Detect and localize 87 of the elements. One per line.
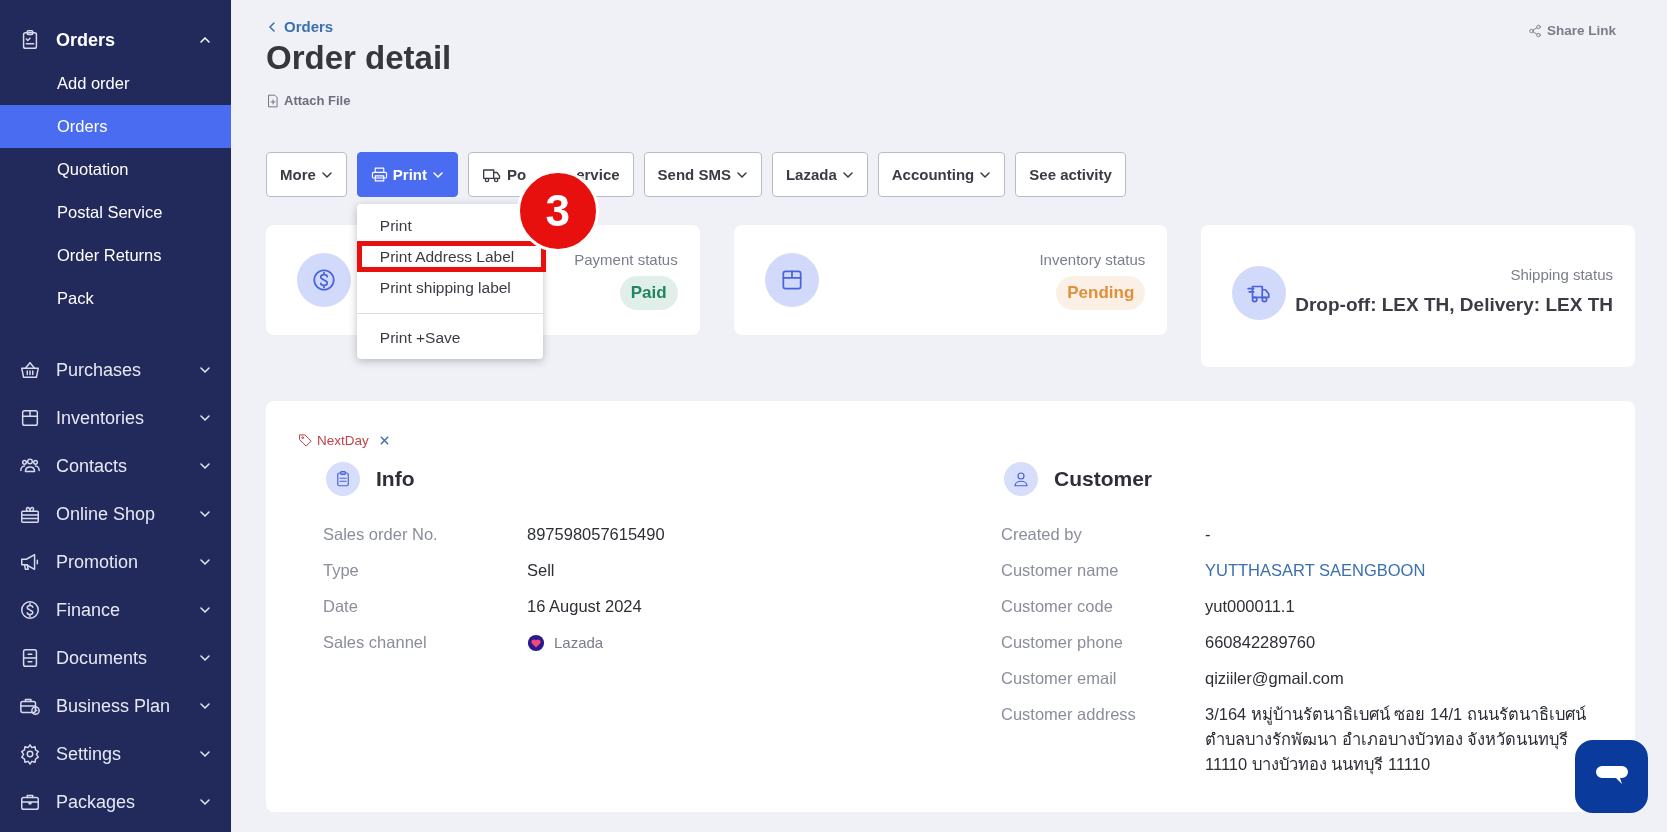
field-label: Customer code: [1001, 596, 1114, 617]
file-plus-icon: [266, 93, 280, 108]
menu-item[interactable]: Print: [356, 210, 412, 241]
toolbar-button[interactable]: Print: [356, 152, 458, 197]
sidebar-group-item[interactable]: Orders: [0, 22, 231, 58]
status-badge: Paid: [619, 275, 678, 310]
status-value: Drop-off: LEX TH, Delivery: LEX TH: [1295, 293, 1613, 318]
sidebar-group-item[interactable]: Purchases: [0, 346, 231, 394]
clipboard-icon: [334, 470, 352, 488]
chevron-up-icon: [199, 34, 211, 46]
status-label: Inventory status: [1039, 250, 1146, 268]
menu-item[interactable]: Print shipping label: [356, 272, 511, 303]
share-icon: [1527, 23, 1542, 38]
breadcrumb-link[interactable]: Orders: [266, 18, 334, 35]
field-label: Date: [323, 596, 359, 617]
gear-icon: [19, 743, 41, 765]
sidebar-group-item[interactable]: Promotion: [0, 538, 231, 586]
close-icon: [378, 435, 390, 446]
sidebar-group-item[interactable]: Packages: [0, 778, 231, 826]
field-value: yut000011.1: [1205, 596, 1296, 617]
channel-name: Lazada: [554, 633, 604, 653]
status-label: Payment status: [574, 250, 678, 268]
chevron-down-icon: [199, 556, 211, 568]
field-label: Customer name: [1001, 560, 1120, 581]
share-link[interactable]: Share Link: [1527, 23, 1616, 38]
toolbar-button[interactable]: Lazada: [771, 152, 868, 197]
field-value: 660842289760: [1205, 632, 1317, 653]
field-label: Customer address: [1001, 704, 1137, 725]
section-title: Customer: [1054, 467, 1153, 491]
field-label: Sales channel: [323, 632, 428, 653]
box-icon: [19, 407, 41, 429]
field-label: Customer phone: [1001, 632, 1124, 653]
sidebar-item[interactable]: Orders: [0, 105, 231, 148]
chevron-down-icon: [199, 460, 211, 472]
field-value: qiziiler@gmail.com: [1205, 668, 1345, 689]
section-title: Info: [376, 467, 415, 491]
toolbar-button[interactable]: More: [266, 152, 347, 197]
field-value: Sell: [527, 560, 556, 581]
field-label: Created by: [1001, 524, 1083, 545]
sidebar-item[interactable]: Quotation: [0, 148, 231, 191]
field-label: Customer email: [1001, 668, 1118, 689]
toolbar-button[interactable]: Accounting: [877, 152, 1006, 197]
chevron-down-icon: [199, 652, 211, 664]
attach-file-link[interactable]: Attach File: [266, 93, 351, 108]
sidebar-group-item[interactable]: Documents: [0, 634, 231, 682]
sidebar-item[interactable]: Postal Service: [0, 191, 231, 234]
chevron-down-icon: [199, 412, 211, 424]
sidebar-group-item[interactable]: Inventories: [0, 394, 231, 442]
page-title: Order detail: [266, 39, 452, 77]
chevron-down-icon: [199, 508, 211, 520]
sidebar-group-item[interactable]: Finance: [0, 586, 231, 634]
sidebar-item[interactable]: Add order: [0, 62, 231, 105]
back-chevron-icon: [266, 20, 278, 33]
field-label: Sales order No.: [323, 524, 439, 545]
status-label: Shipping status: [1510, 266, 1613, 284]
dollar-icon: [19, 599, 41, 621]
field-value: 3/164 หมู่บ้านรัตนาธิเบศน์ ซอย 14/1 ถนนรัตนาธิเบศน์ ตำบลบางรักพัฒนา อำเภอบางบัวทอง จังหวัดนนทบุรี 11110 บางบัวทอง นนทบุรี 11110: [1205, 704, 1587, 777]
customer-name-link[interactable]: YUTTHASART SAENGBOON: [1205, 558, 1590, 583]
sidebar-group-item[interactable]: Settings: [0, 730, 231, 778]
chevron-down-icon: [199, 700, 211, 712]
field-value: -: [1205, 524, 1212, 545]
chevron-down-icon: [199, 604, 211, 616]
basket-icon: [19, 359, 41, 381]
channel-logo-icon: [527, 633, 545, 652]
toolbar-button[interactable]: See activity: [1015, 152, 1126, 197]
field-value: 897598057615490: [527, 524, 666, 545]
megaphone-icon: [19, 551, 41, 573]
status-badge: Pending: [1056, 275, 1146, 310]
printer-icon: [370, 166, 388, 183]
chevron-down-icon: [199, 364, 211, 376]
field-label: Type: [323, 560, 360, 581]
person-icon: [1012, 470, 1030, 488]
sidebar-item[interactable]: Pack: [0, 277, 231, 320]
tag-label: NextDay: [317, 433, 369, 448]
chevron-down-icon: [199, 796, 211, 808]
chat-button[interactable]: [1575, 740, 1648, 813]
sidebar-group-item[interactable]: Contacts: [0, 442, 231, 490]
tag-icon: [298, 433, 313, 448]
chevron-down-icon: [199, 748, 211, 760]
toolbar-button[interactable]: Send SMS: [643, 152, 762, 197]
sidebar-group-item[interactable]: Business Plan: [0, 682, 231, 730]
menu-item[interactable]: Print +Save: [356, 322, 461, 353]
field-value: 16 August 2024: [527, 596, 643, 617]
sidebar-group-item[interactable]: Online Shop: [0, 490, 231, 538]
sidebar-item[interactable]: Order Returns: [0, 234, 231, 277]
menu-item[interactable]: Print Address Label: [356, 241, 546, 272]
dollar-circle-icon: [311, 267, 337, 293]
